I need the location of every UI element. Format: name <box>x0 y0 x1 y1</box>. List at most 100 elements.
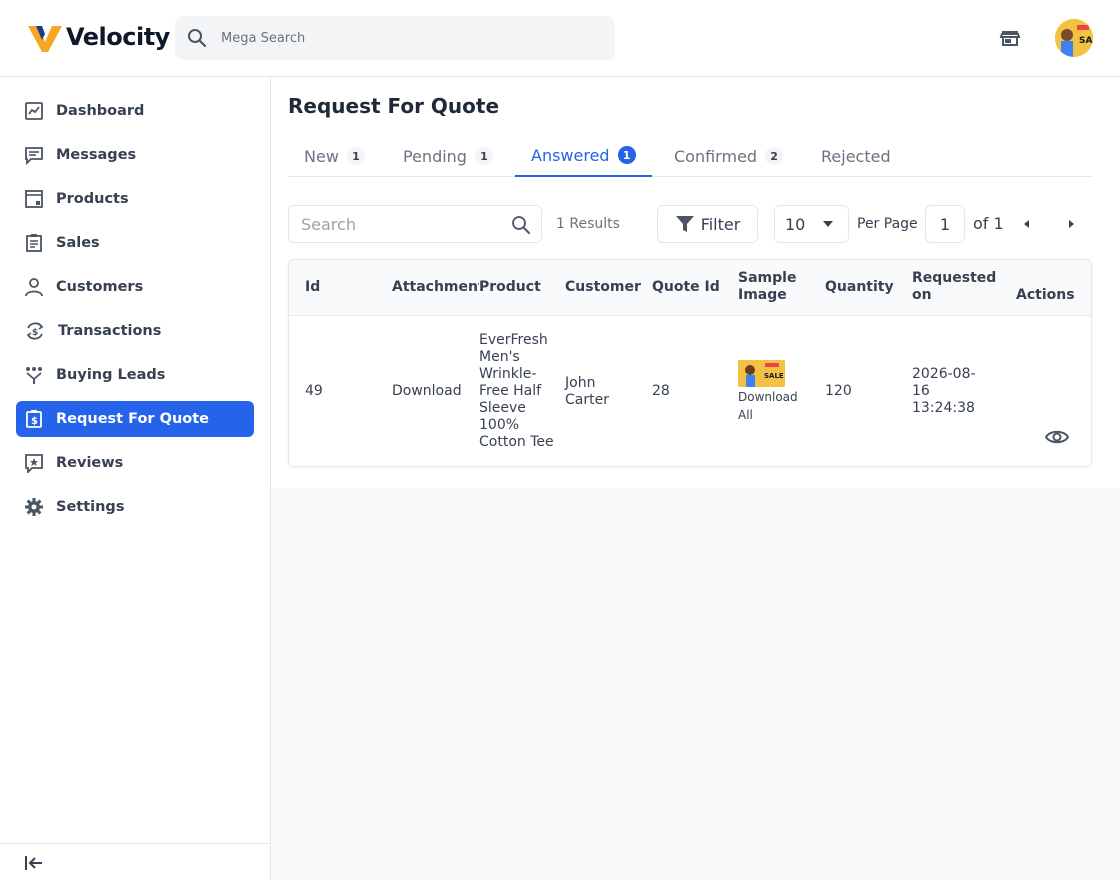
sidebar: Dashboard Messages Products Sales Custom… <box>0 77 271 880</box>
sidebar-item-transactions[interactable]: $ Transactions <box>16 313 254 349</box>
quote-icon: $ <box>26 410 42 428</box>
status-tabs: New 1 Pending 1 Answered 1 Confirmed 2 R… <box>288 135 1092 177</box>
column-header-quote-id[interactable]: Quote Id <box>652 279 720 296</box>
products-icon <box>25 190 43 208</box>
customer-line: John <box>565 375 596 391</box>
rfq-table: Id Attachment Product Customer Quote Id … <box>288 259 1092 467</box>
eye-icon[interactable] <box>1045 425 1069 449</box>
table-search[interactable] <box>288 205 542 243</box>
results-count: 1 Results <box>556 216 620 232</box>
table-toolbar: 1 Results Filter 10 Per Page of 1 <box>288 205 1092 243</box>
header-line: on <box>912 287 932 303</box>
sidebar-item-dashboard[interactable]: Dashboard <box>16 93 254 129</box>
customers-icon <box>25 278 43 297</box>
sidebar-item-reviews[interactable]: Reviews <box>16 445 254 481</box>
product-line: EverFresh <box>479 332 548 348</box>
tab-new[interactable]: New 1 <box>288 135 381 177</box>
sample-image-thumbnail[interactable]: SALE <box>738 360 785 387</box>
sidebar-item-label: Dashboard <box>56 103 145 119</box>
tab-rejected[interactable]: Rejected <box>805 135 907 177</box>
count-badge: 1 <box>346 147 365 165</box>
attachment-download-link[interactable]: Download <box>392 383 462 400</box>
reviews-icon <box>25 454 43 473</box>
tab-label: Answered <box>531 145 610 165</box>
header-line: Sample <box>738 270 797 286</box>
column-header-attachment[interactable]: Attachment <box>392 279 485 296</box>
cell-quantity: 120 <box>825 383 852 399</box>
column-header-requested-on[interactable]: Requested on <box>912 270 996 304</box>
sidebar-item-label: Messages <box>56 147 137 163</box>
column-header-sample-image[interactable]: Sample Image <box>738 270 796 304</box>
tab-pending[interactable]: Pending 1 <box>387 135 509 177</box>
sidebar-item-label: Request For Quote <box>56 411 210 427</box>
filter-label: Filter <box>700 214 741 234</box>
sidebar-item-label: Customers <box>56 279 144 295</box>
product-line: Free Half <box>479 383 542 399</box>
rfq-panel: Request For Quote New 1 Pending 1 Answer… <box>271 77 1120 488</box>
page-title: Request For Quote <box>288 94 500 118</box>
column-header-id[interactable]: Id <box>305 279 320 296</box>
cell-requested-on: 2026-08- 16 13:24:38 <box>912 366 976 417</box>
tab-label: Confirmed <box>674 146 758 166</box>
mega-search[interactable] <box>175 16 615 60</box>
column-header-quantity[interactable]: Quantity <box>825 279 894 296</box>
per-page-value: 10 <box>785 214 806 234</box>
page-number-input[interactable] <box>925 205 965 243</box>
tab-confirmed[interactable]: Confirmed 2 <box>658 135 799 177</box>
brand-logo[interactable]: Velocity <box>28 22 170 52</box>
sidebar-footer <box>0 843 270 880</box>
product-line: Wrinkle- <box>479 366 537 382</box>
total-pages: of 1 <box>973 214 1004 233</box>
sidebar-item-messages[interactable]: Messages <box>16 137 254 173</box>
sidebar-item-label: Products <box>56 191 129 207</box>
sidebar-item-products[interactable]: Products <box>16 181 254 217</box>
table-header: Id Attachment Product Customer Quote Id … <box>289 260 1091 316</box>
main-content: Request For Quote New 1 Pending 1 Answer… <box>271 77 1120 880</box>
velocity-logo-icon <box>28 26 62 52</box>
sidebar-item-buying-leads[interactable]: Buying Leads <box>16 357 254 393</box>
dashboard-icon <box>25 102 43 120</box>
header-line: Image <box>738 287 787 303</box>
caption-line: All <box>738 408 753 422</box>
next-page-icon[interactable] <box>1065 218 1077 230</box>
date-line: 13:24:38 <box>912 400 975 416</box>
svg-text:$: $ <box>31 416 38 427</box>
cell-quote-id: 28 <box>652 383 670 399</box>
search-input[interactable] <box>301 214 501 234</box>
mega-search-input[interactable] <box>221 30 601 46</box>
caret-down-icon <box>823 221 833 227</box>
sidebar-item-settings[interactable]: Settings <box>16 489 254 525</box>
product-line: Sleeve <box>479 400 526 416</box>
count-badge: 2 <box>765 147 784 165</box>
sidebar-item-label: Buying Leads <box>56 367 166 383</box>
sidebar-item-customers[interactable]: Customers <box>16 269 254 305</box>
avatar[interactable]: SA <box>1055 19 1093 57</box>
sidebar-item-request-for-quote[interactable]: $ Request For Quote <box>16 401 254 437</box>
cell-product: EverFresh Men's Wrinkle- Free Half Sleev… <box>479 332 554 451</box>
per-page-select[interactable]: 10 <box>774 205 849 243</box>
search-icon[interactable] <box>511 215 531 235</box>
filter-icon <box>675 216 694 232</box>
sidebar-item-sales[interactable]: Sales <box>16 225 254 261</box>
column-header-actions: Actions <box>1016 287 1075 303</box>
per-page-label: Per Page <box>857 216 918 232</box>
filter-button[interactable]: Filter <box>657 205 758 243</box>
transactions-icon: $ <box>26 322 44 340</box>
column-header-customer[interactable]: Customer <box>565 279 641 296</box>
store-icon[interactable] <box>998 26 1022 50</box>
gear-icon <box>25 498 43 516</box>
collapse-icon[interactable] <box>24 853 44 873</box>
table-row: 49 Download EverFresh Men's Wrinkle- Fre… <box>289 316 1091 466</box>
customer-line: Carter <box>565 392 609 408</box>
cell-id: 49 <box>305 383 323 399</box>
product-line: Men's <box>479 349 520 365</box>
cell-customer: John Carter <box>565 375 609 409</box>
download-all-link[interactable]: Download All <box>738 388 798 424</box>
message-icon <box>25 147 43 165</box>
sidebar-item-label: Settings <box>56 499 125 515</box>
caption-line: Download <box>738 390 798 404</box>
column-header-product[interactable]: Product <box>479 279 541 296</box>
product-line: 100% <box>479 417 520 433</box>
tab-answered[interactable]: Answered 1 <box>515 135 652 177</box>
prev-page-icon[interactable] <box>1021 218 1033 230</box>
